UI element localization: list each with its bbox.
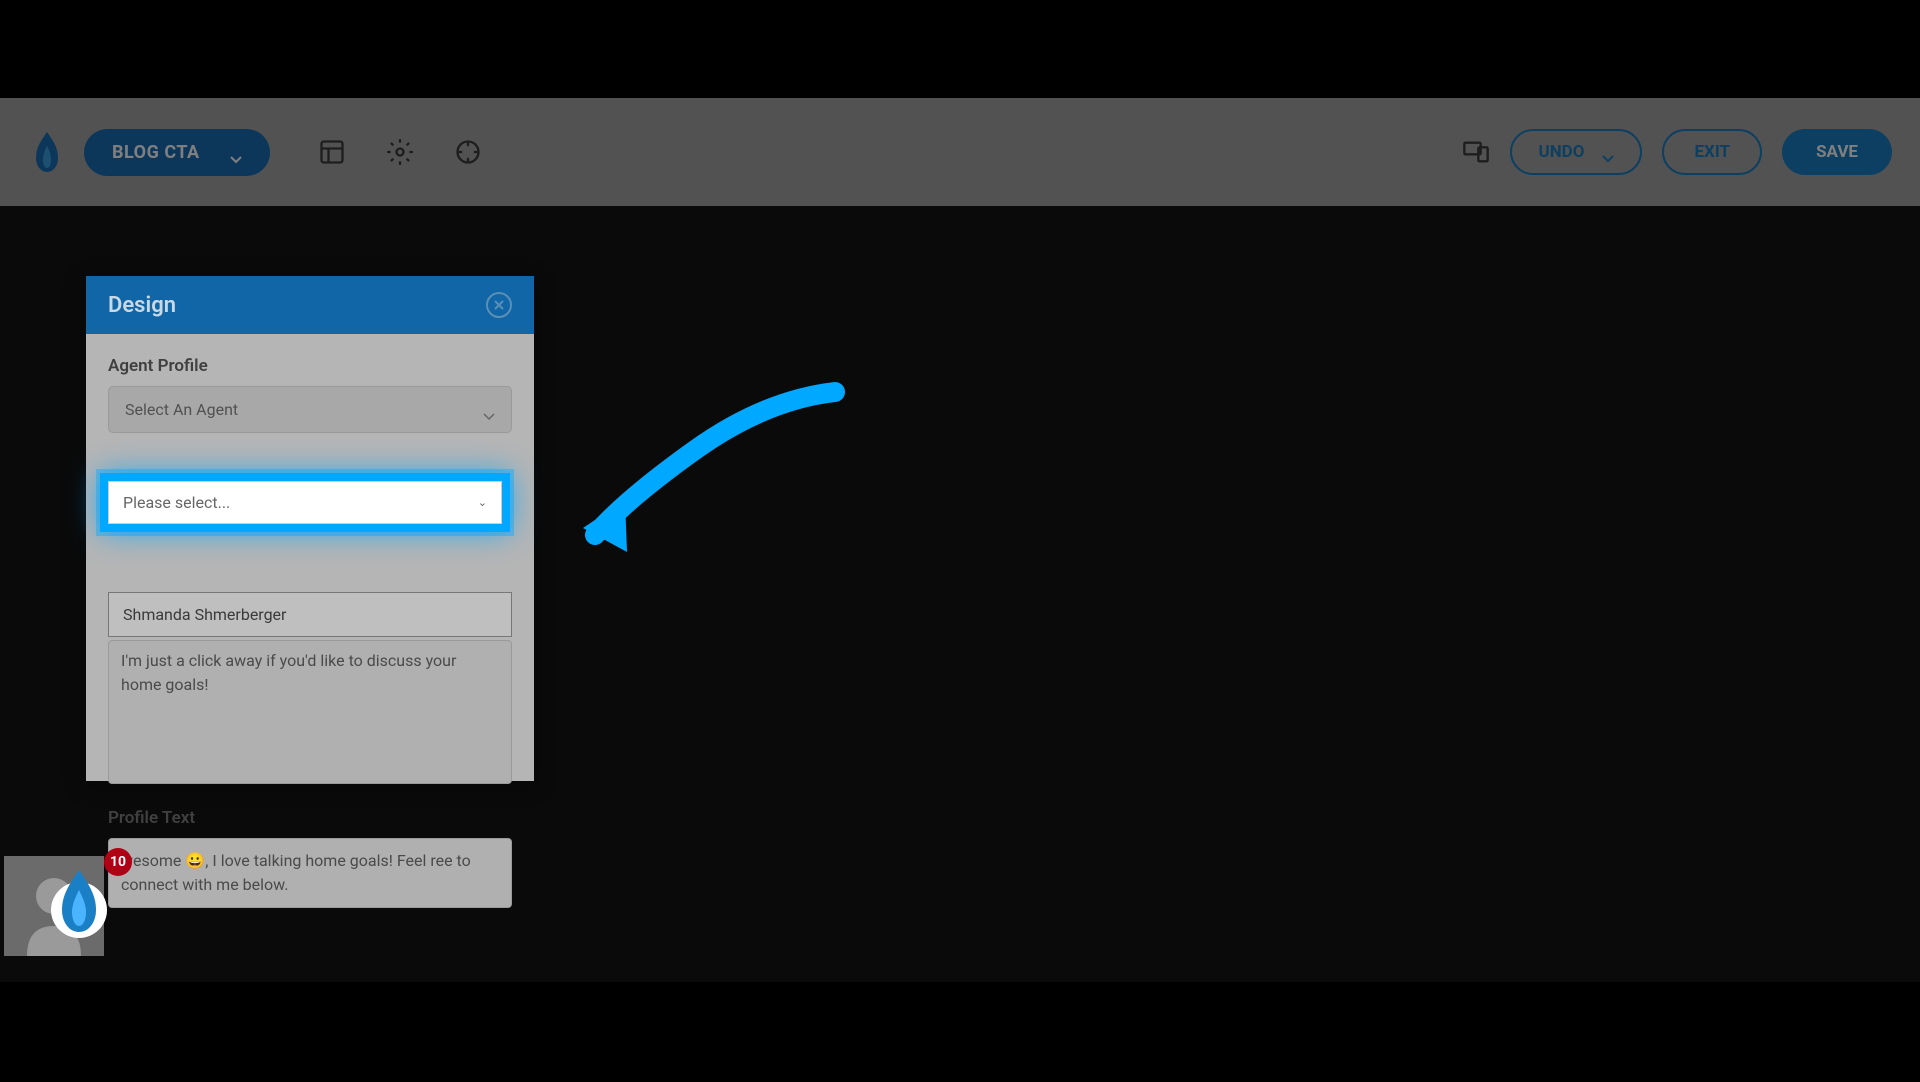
agent-select-placeholder: Please select... — [123, 493, 230, 512]
panel-header: Design — [86, 276, 534, 334]
chevron-down-icon: ⌄ — [478, 496, 487, 509]
exit-button[interactable]: EXIT — [1662, 129, 1762, 175]
undo-button[interactable]: UNDO — [1510, 129, 1642, 175]
profile-text-section: Profile Text wesome 😀, I love talking ho… — [108, 808, 512, 908]
chevron-down-icon — [483, 406, 495, 414]
close-button[interactable] — [486, 292, 512, 318]
agent-select-input[interactable]: Please select... ⌄ — [108, 481, 502, 524]
highlighted-agent-dropdown: Please select... ⌄ — [100, 473, 510, 532]
flame-logo-icon — [28, 130, 66, 174]
target-icon[interactable] — [454, 138, 482, 166]
flame-overlay-icon — [48, 866, 110, 938]
toolbar-icon-group — [318, 138, 482, 166]
blog-cta-dropdown[interactable]: BLOG CTA — [84, 129, 270, 176]
profile-text-textarea[interactable]: wesome 😀, I love talking home goals! Fee… — [108, 838, 512, 908]
profile-text-value: wesome 😀, I love talking home goals! Fee… — [121, 851, 471, 894]
layout-icon[interactable] — [318, 138, 346, 166]
toolbar: BLOG CTA UNDO — [0, 98, 1920, 206]
toolbar-left: BLOG CTA — [28, 129, 482, 176]
notification-badge: 10 — [104, 848, 132, 876]
agent-profile-label: Agent Profile — [108, 356, 512, 376]
agent-option-label: Shmanda Shmerberger — [123, 605, 286, 624]
exit-label: EXIT — [1694, 142, 1730, 162]
agent-option-shmanda[interactable]: Shmanda Shmerberger — [108, 592, 512, 637]
message-text: I'm just a click away if you'd like to d… — [121, 651, 456, 694]
blog-cta-label: BLOG CTA — [112, 142, 200, 163]
save-label: SAVE — [1816, 142, 1858, 162]
message-textarea[interactable]: I'm just a click away if you'd like to d… — [108, 640, 512, 784]
save-button[interactable]: SAVE — [1782, 129, 1892, 175]
select-agent-dropdown[interactable]: Select An Agent — [108, 386, 512, 433]
chevron-down-icon — [230, 148, 242, 156]
select-agent-value: Select An Agent — [125, 400, 238, 419]
undo-label: UNDO — [1538, 142, 1584, 162]
gear-icon[interactable] — [386, 138, 414, 166]
badge-count: 10 — [110, 854, 126, 870]
chevron-down-icon — [1602, 148, 1614, 156]
chat-widget[interactable]: 10 — [4, 846, 114, 1082]
profile-text-label: Profile Text — [108, 808, 512, 828]
toolbar-right: UNDO EXIT SAVE — [1462, 129, 1892, 175]
panel-title: Design — [108, 293, 176, 318]
devices-icon[interactable] — [1462, 138, 1490, 166]
